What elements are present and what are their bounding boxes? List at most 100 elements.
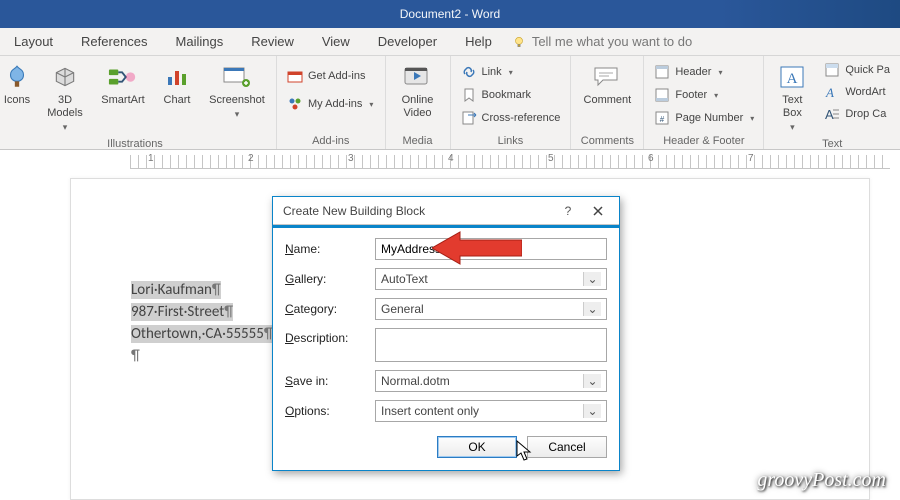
- drop-cap-button[interactable]: A Drop Ca: [820, 104, 894, 124]
- bookmark-icon: [461, 87, 477, 103]
- footer-icon: [654, 87, 670, 103]
- doc-line-2: 987·First·Street: [131, 303, 224, 321]
- screenshot-icon: [221, 62, 253, 92]
- cube-icon: [49, 62, 81, 92]
- video-icon: [402, 62, 434, 92]
- quick-parts-icon: [824, 62, 840, 78]
- window-title: Document2 - Word: [400, 7, 500, 21]
- savein-value: Normal.dotm: [381, 374, 450, 388]
- smartart-button[interactable]: SmartArt: [96, 60, 150, 109]
- chart-button[interactable]: Chart: [156, 60, 198, 109]
- group-media: Online Video Media: [386, 56, 451, 149]
- get-addins-button[interactable]: Get Add-ins: [283, 66, 369, 86]
- wordart-button[interactable]: A WordArt: [820, 82, 894, 102]
- comment-button[interactable]: Comment: [577, 60, 637, 109]
- tab-references[interactable]: References: [73, 28, 155, 55]
- comment-label: Comment: [584, 94, 632, 107]
- label-gallery: Gallery:: [285, 272, 365, 286]
- footer-button[interactable]: Footer▾: [650, 85, 722, 105]
- gallery-combo[interactable]: AutoText ⌄: [375, 268, 607, 290]
- group-comments: Comment Comments: [571, 56, 644, 149]
- online-video-label: Online Video: [394, 94, 442, 120]
- icons-button[interactable]: Icons: [0, 60, 34, 109]
- chevron-down-icon: ⌄: [583, 272, 601, 286]
- group-label-media: Media: [392, 133, 444, 147]
- 3d-models-label: 3D Models: [42, 94, 88, 120]
- chart-icon: [161, 62, 193, 92]
- footer-label: Footer: [675, 89, 707, 101]
- group-label-text: Text: [770, 136, 894, 150]
- store-icon: [287, 68, 303, 84]
- screenshot-label: Screenshot: [209, 94, 265, 107]
- header-button[interactable]: Header▾: [650, 62, 726, 82]
- horizontal-ruler[interactable]: 1 2 3 4 5 6 7: [0, 150, 900, 172]
- text-box-button[interactable]: A Text Box▾: [770, 60, 814, 136]
- group-links: Link▾ Bookmark Cross-reference Links: [451, 56, 572, 149]
- ribbon: Icons 3D Models ▾ SmartArt Chart: [0, 56, 900, 150]
- selected-text[interactable]: Lori·Kaufman¶ 987·First·Street¶ Othertow…: [131, 279, 273, 367]
- ruler-3: 3: [348, 153, 354, 164]
- name-input[interactable]: [375, 238, 607, 260]
- 3d-models-button[interactable]: 3D Models ▾: [40, 60, 90, 136]
- category-combo[interactable]: General⌄: [375, 298, 607, 320]
- tab-layout[interactable]: Layout: [6, 28, 61, 55]
- group-label-hf: Header & Footer: [650, 133, 757, 147]
- tab-mailings[interactable]: Mailings: [168, 28, 232, 55]
- svg-text:A: A: [787, 71, 798, 87]
- chart-label: Chart: [164, 94, 191, 107]
- dialog-close-button[interactable]: [583, 201, 613, 221]
- online-video-button[interactable]: Online Video: [392, 60, 444, 122]
- group-header-footer: Header▾ Footer▾ # Page Number▾ Header & …: [644, 56, 764, 149]
- group-label-links: Links: [457, 133, 565, 147]
- comment-icon: [591, 62, 623, 92]
- chevron-down-icon: ⌄: [583, 302, 601, 316]
- group-addins: Get Add-ins My Add-ins ▾ Add-ins: [277, 56, 386, 149]
- cancel-button[interactable]: Cancel: [527, 436, 607, 458]
- label-options: Options:: [285, 404, 365, 418]
- menu-bar: Layout References Mailings Review View D…: [0, 28, 900, 56]
- my-addins-button[interactable]: My Add-ins ▾: [283, 94, 377, 114]
- label-savein: Save in:: [285, 374, 365, 388]
- cross-reference-button[interactable]: Cross-reference: [457, 108, 565, 128]
- link-label: Link: [482, 66, 502, 78]
- savein-combo[interactable]: Normal.dotm⌄: [375, 370, 607, 392]
- wordart-icon: A: [824, 84, 840, 100]
- svg-text:A: A: [825, 107, 834, 122]
- ruler-2: 2: [248, 153, 254, 164]
- gallery-value: AutoText: [381, 272, 428, 286]
- tab-developer[interactable]: Developer: [370, 28, 445, 55]
- tab-help[interactable]: Help: [457, 28, 500, 55]
- svg-text:#: #: [660, 115, 665, 124]
- cross-reference-label: Cross-reference: [482, 112, 561, 124]
- text-box-label: Text Box: [772, 94, 812, 120]
- icons-icon: [1, 62, 33, 92]
- link-button[interactable]: Link▾: [457, 62, 517, 82]
- svg-text:A: A: [825, 85, 834, 100]
- tell-me-search[interactable]: Tell me what you want to do: [512, 34, 692, 49]
- screenshot-button[interactable]: Screenshot ▾: [204, 60, 270, 123]
- dialog-title: Create New Building Block: [283, 204, 553, 218]
- title-bar: Document2 - Word: [0, 0, 900, 28]
- header-icon: [654, 64, 670, 80]
- group-label-comments: Comments: [577, 133, 637, 147]
- create-building-block-dialog: Create New Building Block ? Name: Galler…: [272, 196, 620, 471]
- lightbulb-icon: [512, 35, 526, 49]
- smartart-icon: [107, 62, 139, 92]
- wordart-label: WordArt: [845, 86, 885, 98]
- ruler-6: 6: [648, 153, 654, 164]
- description-input[interactable]: [375, 328, 607, 362]
- quick-parts-button[interactable]: Quick Pa: [820, 60, 894, 80]
- smartart-label: SmartArt: [101, 94, 144, 107]
- group-label-addins: Add-ins: [283, 133, 379, 147]
- tab-review[interactable]: Review: [243, 28, 302, 55]
- quick-parts-label: Quick Pa: [845, 64, 890, 76]
- bookmark-button[interactable]: Bookmark: [457, 85, 536, 105]
- options-combo[interactable]: Insert content only⌄: [375, 400, 607, 422]
- page-number-button[interactable]: # Page Number▾: [650, 108, 758, 128]
- cross-reference-icon: [461, 110, 477, 126]
- dialog-help-button[interactable]: ?: [553, 201, 583, 221]
- tab-view[interactable]: View: [314, 28, 358, 55]
- group-illustrations: Icons 3D Models ▾ SmartArt Chart: [0, 56, 277, 149]
- dialog-titlebar[interactable]: Create New Building Block ?: [273, 197, 619, 225]
- ok-button[interactable]: OK: [437, 436, 517, 458]
